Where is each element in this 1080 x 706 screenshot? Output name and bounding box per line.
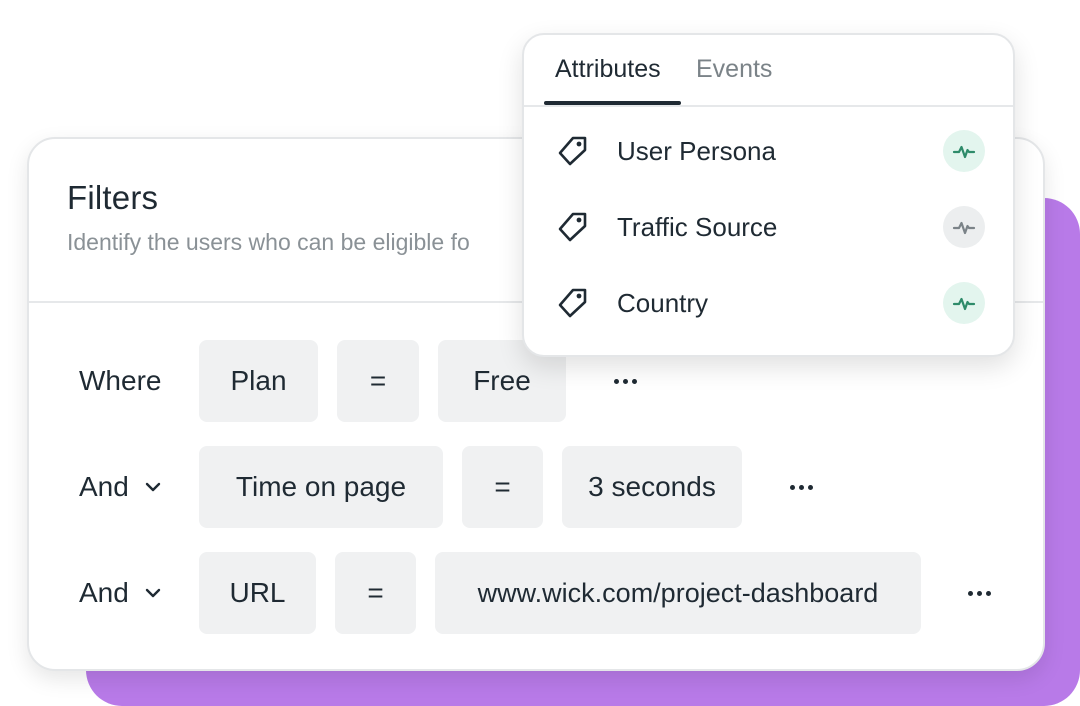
active-tab-indicator — [544, 101, 681, 105]
dropdown-item-country[interactable]: Country — [524, 268, 1013, 338]
attribute-chip-time-on-page[interactable]: Time on page — [199, 446, 443, 528]
dropdown-item-traffic-source[interactable]: Traffic Source — [524, 192, 1013, 262]
more-dot — [967, 590, 973, 596]
more-dot — [631, 378, 637, 384]
connector-label: And — [79, 471, 129, 502]
dropdown-item-user-persona[interactable]: User Persona — [524, 116, 1013, 186]
tab-attributes[interactable]: Attributes — [555, 55, 661, 84]
filters-subtitle: Identify the users who can be eligible f… — [67, 229, 470, 255]
activity-icon — [943, 206, 985, 248]
more-dot — [985, 590, 991, 596]
chevron-down-icon — [145, 588, 161, 598]
and-dropdown[interactable]: And — [79, 446, 163, 528]
filter-row-2: And Time on page = 3 seconds — [29, 446, 1043, 528]
more-dot — [613, 378, 619, 384]
attribute-dropdown: Attributes Events User Persona Traffic S… — [522, 33, 1015, 357]
tag-icon — [558, 136, 587, 166]
attribute-chip-plan[interactable]: Plan — [199, 340, 318, 422]
activity-icon — [943, 130, 985, 172]
more-options-button[interactable] — [781, 446, 821, 528]
chevron-down-icon — [145, 482, 161, 492]
item-label: User Persona — [617, 135, 776, 166]
tag-icon — [558, 288, 587, 318]
attribute-chip-url[interactable]: URL — [199, 552, 316, 634]
more-dot — [798, 484, 804, 490]
value-chip-seconds[interactable]: 3 seconds — [562, 446, 742, 528]
item-label: Country — [617, 287, 709, 318]
item-label: Traffic Source — [617, 211, 778, 242]
connector-label: Where — [79, 365, 162, 396]
tag-icon — [558, 212, 587, 242]
filter-row-3: And URL = www.wick.com/project-dashboard — [29, 552, 1043, 634]
activity-icon — [943, 282, 985, 324]
more-options-button[interactable] — [959, 552, 999, 634]
where-label: Where — [79, 340, 161, 422]
operator-chip[interactable]: = — [337, 340, 419, 422]
filters-title: Filters — [67, 179, 159, 216]
operator-chip[interactable]: = — [335, 552, 416, 634]
value-chip-url[interactable]: www.wick.com/project-dashboard — [435, 552, 921, 634]
operator-chip[interactable]: = — [462, 446, 543, 528]
more-dot — [789, 484, 795, 490]
dropdown-tabs: Attributes Events — [524, 35, 1013, 107]
more-dot — [976, 590, 982, 596]
connector-label: And — [79, 577, 129, 608]
and-dropdown[interactable]: And — [79, 552, 163, 634]
more-dot — [807, 484, 813, 490]
tab-events[interactable]: Events — [696, 55, 772, 84]
more-dot — [622, 378, 628, 384]
